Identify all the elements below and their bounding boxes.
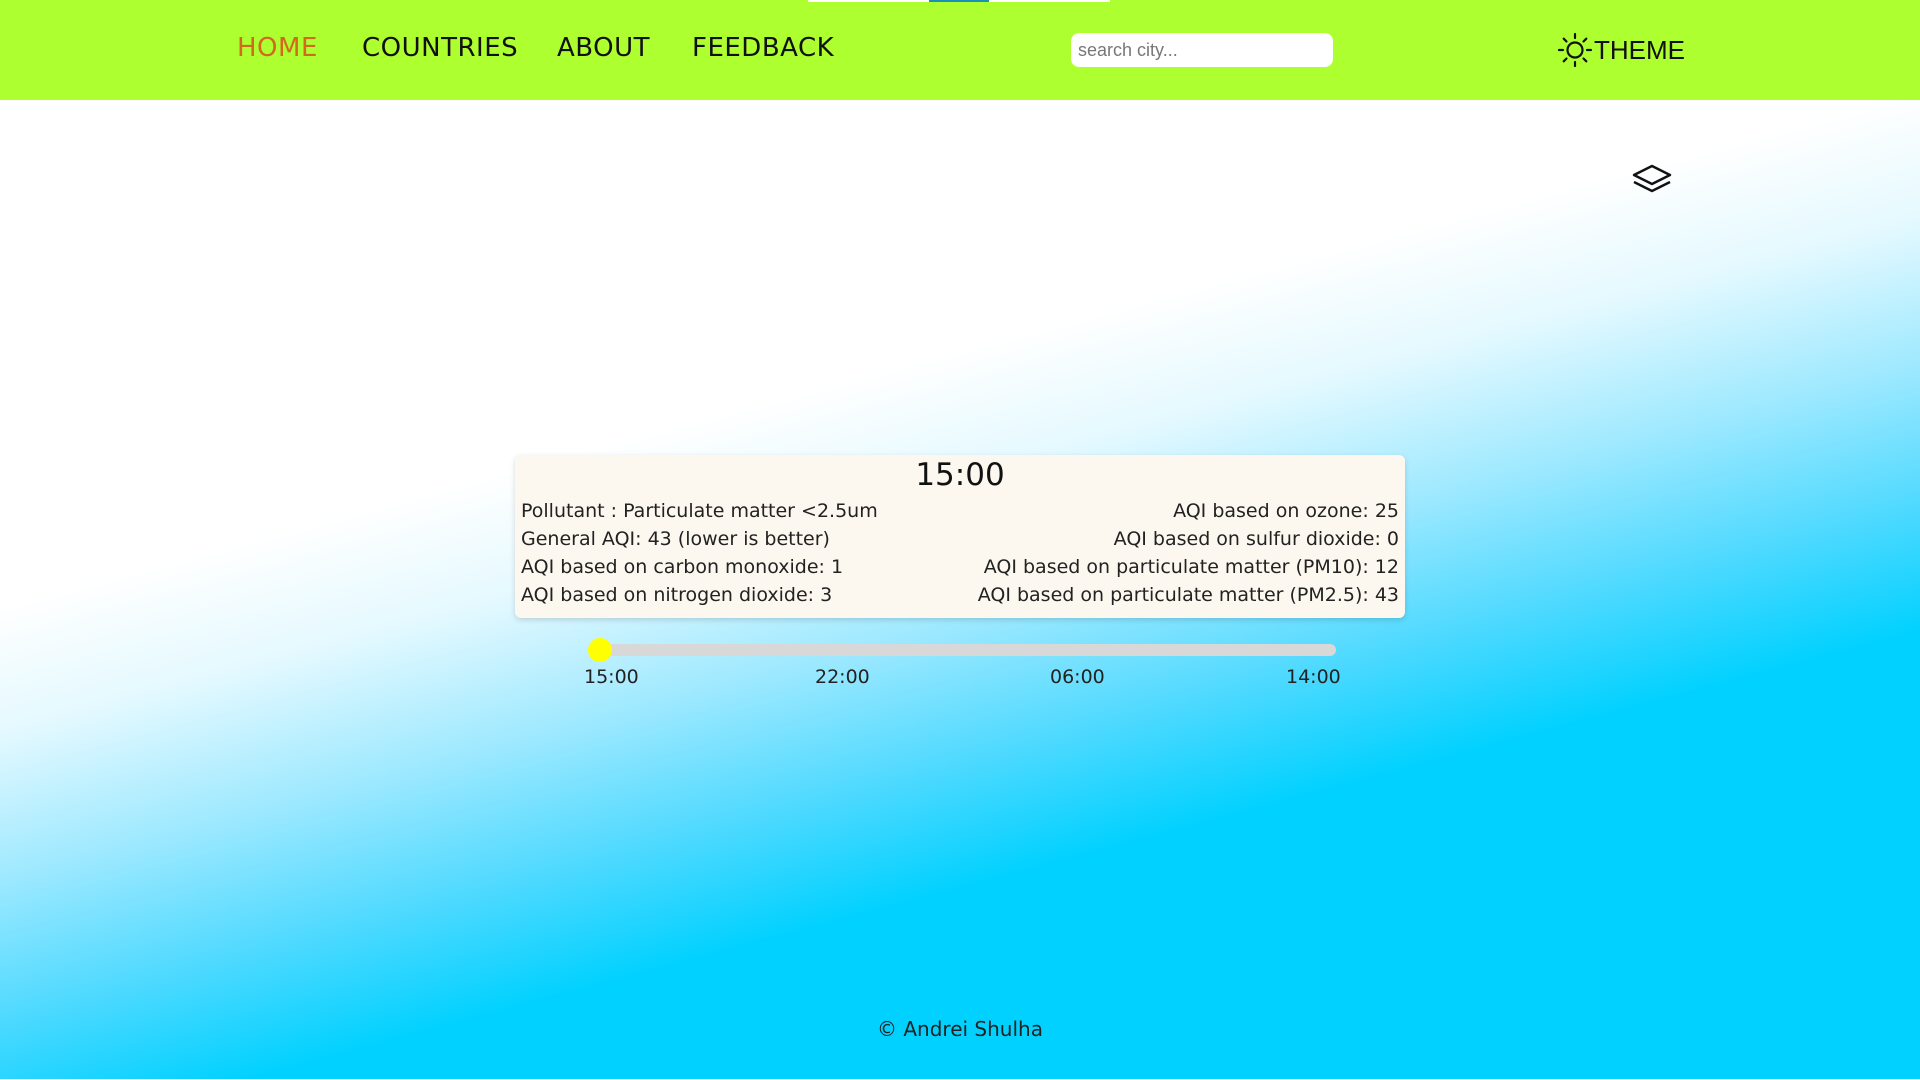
timeline-tick-label: 06:00	[1050, 666, 1105, 688]
timeline-slider-track[interactable]	[588, 644, 1336, 656]
layers-icon	[1632, 164, 1672, 193]
card-aqi-ozone: AQI based on ozone: 25	[1173, 500, 1399, 522]
timeline-tick-label: 22:00	[815, 666, 870, 688]
theme-toggle-button[interactable]: THEME	[1557, 32, 1685, 68]
card-aqi-so2: AQI based on sulfur dioxide: 0	[1113, 528, 1399, 550]
timeline-slider-thumb[interactable]	[588, 638, 612, 662]
nav-item-home[interactable]: HOME	[237, 33, 318, 63]
card-pollutant: Pollutant : Particulate matter <2.5um	[521, 500, 878, 522]
sun-icon	[1557, 32, 1593, 68]
map-layers-button[interactable]	[1631, 163, 1673, 199]
header-bar: HOME COUNTRIES ABOUT FEEDBACK THEME	[0, 0, 1920, 100]
card-aqi-co: AQI based on carbon monoxide: 1	[521, 556, 844, 578]
search-input[interactable]	[1071, 33, 1333, 67]
card-general-aqi: General AQI: 43 (lower is better)	[521, 528, 830, 550]
card-aqi-pm25: AQI based on particulate matter (PM2.5):…	[977, 584, 1399, 606]
nav-item-about[interactable]: ABOUT	[557, 33, 650, 63]
top-loading-strip-accent	[929, 0, 989, 2]
nav-item-feedback[interactable]: FEEDBACK	[692, 33, 834, 63]
card-aqi-pm10: AQI based on particulate matter (PM10): …	[983, 556, 1399, 578]
card-aqi-no2: AQI based on nitrogen dioxide: 3	[521, 584, 833, 606]
air-quality-card: 15:00 Pollutant : Particulate matter <2.…	[515, 455, 1405, 618]
timeline-tick-label: 15:00	[584, 666, 639, 688]
nav-item-countries[interactable]: COUNTRIES	[362, 33, 518, 63]
theme-label: THEME	[1594, 34, 1685, 65]
card-time: 15:00	[915, 457, 1005, 493]
footer-copyright: © Andrei Shulha	[877, 1017, 1043, 1041]
timeline-tick-label: 14:00	[1286, 666, 1341, 688]
